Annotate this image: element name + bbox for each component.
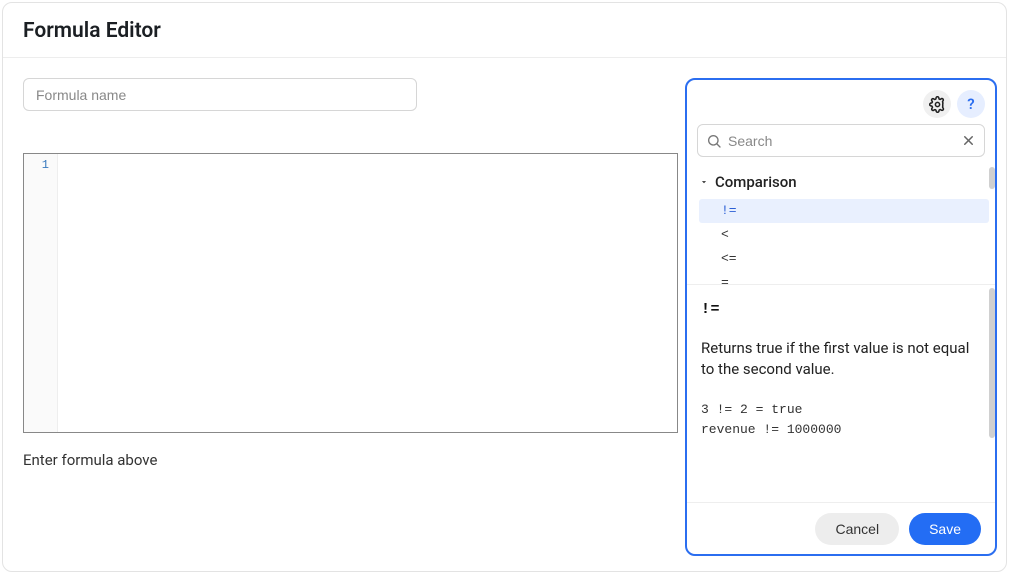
settings-button[interactable]	[923, 90, 951, 118]
content-area: 1 Enter formula above ?	[3, 58, 1006, 568]
clear-icon[interactable]	[961, 133, 976, 148]
helper-body: Comparison != < <= = != Returns true if …	[687, 165, 995, 502]
helper-footer: Cancel Save	[687, 502, 995, 554]
line-number: 1	[24, 158, 49, 172]
header: Formula Editor	[3, 3, 1006, 58]
helper-panel: ?	[685, 78, 997, 556]
detail-example: 3 != 2 = true revenue != 1000000	[701, 400, 981, 439]
category-label: Comparison	[715, 173, 797, 191]
formula-name-input[interactable]	[23, 78, 417, 111]
operator-item-less-equal[interactable]: <=	[699, 247, 989, 271]
search-row	[687, 124, 995, 165]
gear-icon	[929, 96, 946, 113]
search-icon	[706, 133, 722, 149]
cancel-button[interactable]: Cancel	[815, 513, 899, 545]
formula-textarea[interactable]	[58, 154, 677, 432]
search-wrap	[697, 124, 985, 157]
scrollbar-thumb[interactable]	[989, 167, 995, 189]
helper-toolbar: ?	[687, 80, 995, 124]
operator-detail: != Returns true if the first value is no…	[687, 285, 995, 502]
category-area: Comparison != < <= =	[687, 165, 995, 285]
scrollbar-thumb[interactable]	[989, 288, 995, 438]
detail-description: Returns true if the first value is not e…	[701, 338, 981, 380]
operator-item-not-equal[interactable]: !=	[699, 199, 989, 223]
page-title: Formula Editor	[23, 19, 986, 43]
help-icon: ?	[967, 95, 974, 113]
line-gutter: 1	[24, 154, 58, 432]
chevron-down-icon	[699, 177, 709, 187]
save-button[interactable]: Save	[909, 513, 981, 545]
formula-editor[interactable]: 1	[23, 153, 678, 433]
category-header[interactable]: Comparison	[693, 169, 989, 195]
operator-list: != < <= =	[699, 199, 989, 296]
operator-item-less[interactable]: <	[699, 223, 989, 247]
help-button[interactable]: ?	[957, 90, 985, 118]
detail-title: !=	[701, 301, 981, 318]
search-input[interactable]	[722, 133, 961, 149]
